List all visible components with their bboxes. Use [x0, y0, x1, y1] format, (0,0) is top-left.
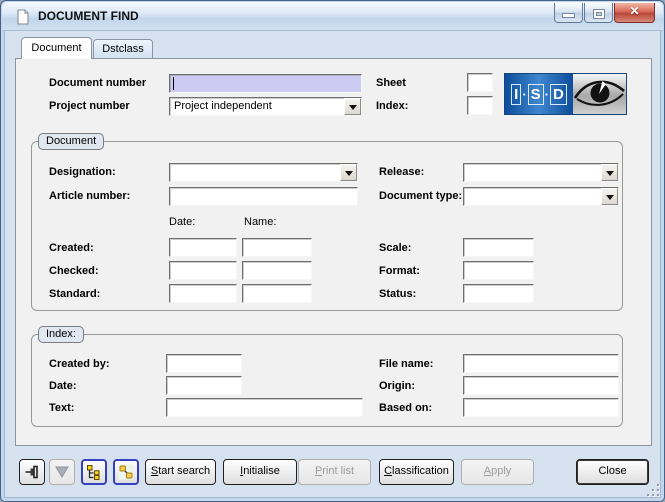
logo-letter-i: I: [511, 84, 521, 105]
document-page-icon: [15, 9, 31, 25]
based-on-input[interactable]: [463, 398, 619, 417]
isd-logo-letters: I · S · D: [505, 74, 573, 114]
chevron-down-icon[interactable]: [344, 98, 361, 115]
document-group: Document Designation: Article number: Da…: [31, 141, 623, 311]
status-label: Status:: [379, 288, 416, 301]
created-by-input[interactable]: [166, 354, 242, 373]
index-label: Index:: [376, 100, 408, 113]
pin-icon: [24, 464, 40, 480]
resize-grip[interactable]: [646, 483, 659, 496]
minimize-button[interactable]: [554, 3, 583, 23]
tab-dstclass-label: Dstclass: [102, 43, 144, 55]
tab-page-document: Document number Sheet Project number Pro…: [15, 58, 652, 446]
file-name-input[interactable]: [463, 354, 619, 373]
checked-name-input[interactable]: [242, 261, 312, 280]
standard-name-input[interactable]: [242, 284, 312, 303]
start-search-button[interactable]: Start search: [145, 459, 216, 485]
chevron-down-icon[interactable]: [340, 164, 357, 181]
logo-dot: ·: [522, 87, 526, 102]
index-date-label: Date:: [49, 380, 77, 393]
status-input[interactable]: [463, 284, 534, 303]
project-number-select[interactable]: Project independent: [169, 97, 362, 116]
linked-documents-toggle-button[interactable]: [113, 459, 139, 485]
tab-document[interactable]: Document: [21, 37, 92, 59]
close-icon: ✕: [615, 4, 654, 18]
standard-date-input[interactable]: [169, 284, 237, 303]
release-select[interactable]: [463, 163, 619, 182]
format-input[interactable]: [463, 261, 534, 280]
document-number-label: Document number: [49, 77, 146, 90]
index-group-title: Index:: [38, 326, 84, 343]
sheet-label: Sheet: [376, 77, 406, 90]
origin-label: Origin:: [379, 380, 415, 393]
initialise-button[interactable]: Initialise: [223, 459, 297, 485]
result-list-toggle-button[interactable]: [81, 459, 107, 485]
project-number-value: Project independent: [174, 100, 272, 112]
titlebar[interactable]: DOCUMENT FIND ✕: [2, 2, 663, 31]
linked-items-icon: [118, 464, 134, 480]
created-by-label: Created by:: [49, 358, 110, 371]
maximize-button[interactable]: [584, 3, 613, 23]
article-number-input[interactable]: [169, 187, 358, 206]
article-number-label: Article number:: [49, 190, 130, 203]
chevron-down-icon[interactable]: [601, 188, 618, 205]
logo-dot: ·: [545, 87, 549, 102]
document-type-select[interactable]: [463, 187, 619, 206]
text-caret: [173, 77, 174, 90]
minimize-icon: [563, 14, 574, 17]
tab-dstclass[interactable]: Dstclass: [93, 39, 153, 59]
logo-letter-d: D: [550, 84, 567, 105]
eye-icon: [573, 74, 626, 114]
date-column-header: Date:: [169, 216, 195, 229]
designation-select[interactable]: [169, 163, 358, 182]
window-title: DOCUMENT FIND: [38, 9, 139, 23]
text-input[interactable]: [166, 398, 363, 417]
standard-label: Standard:: [49, 288, 100, 301]
based-on-label: Based on:: [379, 402, 432, 415]
name-column-header: Name:: [244, 216, 276, 229]
sheet-input[interactable]: [467, 73, 493, 92]
document-find-dialog: DOCUMENT FIND ✕ Document Dstclass Docume…: [0, 0, 665, 502]
chevron-down-icon[interactable]: [601, 164, 618, 181]
scale-input[interactable]: [463, 238, 534, 257]
expand-results-button: [49, 459, 75, 485]
project-number-label: Project number: [49, 100, 130, 113]
pin-dialog-button[interactable]: [19, 459, 45, 485]
format-label: Format:: [379, 265, 420, 278]
index-input[interactable]: [467, 96, 493, 115]
document-type-label: Document type:: [379, 190, 462, 203]
isd-logo: I · S · D: [504, 73, 627, 115]
file-name-label: File name:: [379, 358, 433, 371]
classification-button[interactable]: Classification: [379, 459, 454, 485]
close-window-button[interactable]: ✕: [614, 3, 655, 23]
logo-letter-s: S: [528, 84, 544, 105]
index-group: Index: Created by: Date: Text: File name…: [31, 334, 623, 427]
hierarchy-list-icon: [86, 464, 102, 480]
checked-date-input[interactable]: [169, 261, 237, 280]
created-date-input[interactable]: [169, 238, 237, 257]
document-number-input[interactable]: [169, 74, 362, 93]
apply-button: Apply: [461, 459, 534, 485]
document-group-title: Document: [38, 133, 104, 150]
created-label: Created:: [49, 242, 94, 255]
text-label: Text:: [49, 402, 74, 415]
created-name-input[interactable]: [242, 238, 312, 257]
tab-document-label: Document: [31, 42, 81, 54]
print-list-button: Print list: [298, 459, 371, 485]
scale-label: Scale:: [379, 242, 411, 255]
maximize-icon: [594, 10, 604, 18]
close-button[interactable]: Close: [576, 459, 649, 485]
index-date-input[interactable]: [166, 376, 242, 395]
origin-input[interactable]: [463, 376, 619, 395]
down-arrow-icon: [55, 466, 69, 478]
designation-label: Designation:: [49, 166, 116, 179]
checked-label: Checked:: [49, 265, 99, 278]
release-label: Release:: [379, 166, 424, 179]
